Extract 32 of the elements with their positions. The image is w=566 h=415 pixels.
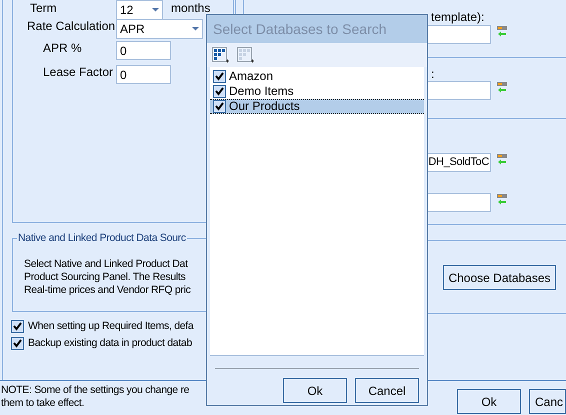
checkbox-label: Backup existing data in product datab	[28, 336, 192, 350]
field-label: Rate Calculation	[27, 19, 116, 33]
input-field[interactable]: 0	[116, 41, 171, 60]
ok-button[interactable]: Ok	[283, 378, 347, 403]
cancel-button[interactable]: Cancel	[355, 378, 419, 403]
list-item[interactable]: Amazon	[210, 69, 424, 84]
checkbox-label: When setting up Required Items, defa	[28, 319, 194, 333]
cancel-button[interactable]: Canc	[529, 389, 566, 414]
ok-button[interactable]: Ok	[457, 389, 521, 414]
field-label: Lease Factor	[43, 65, 114, 79]
choose-databases-button[interactable]: Choose Databases	[443, 265, 556, 290]
field-label: APR %	[43, 41, 82, 55]
note-text: NOTE: Some of the settings you change re them to take effect.	[1, 384, 190, 410]
arrow-icon[interactable]	[497, 194, 507, 205]
caret-icon[interactable]	[152, 8, 159, 12]
arrow-icon[interactable]	[497, 154, 507, 165]
arrow-icon[interactable]	[497, 82, 507, 93]
dropdown[interactable]: APR	[116, 19, 203, 39]
arrow-icon[interactable]	[497, 26, 507, 37]
description-text: Select Native and Linked Product Dat Product Sourcing Panel. The Results Real-time prices and Vendor RFQ pric	[24, 258, 191, 297]
field-label: months	[171, 1, 210, 15]
input-field[interactable]: 0	[116, 65, 171, 84]
dialog-title: Select Databases to Search	[213, 20, 387, 38]
field-label: template):	[431, 10, 484, 24]
dropdown[interactable]: 12	[116, 0, 163, 20]
field-label: :	[431, 67, 434, 81]
grid-plus-icon[interactable]	[212, 47, 230, 63]
list-item[interactable]: Our Products	[210, 99, 424, 114]
input-field[interactable]: DH_SoldToC	[426, 153, 491, 172]
list-item[interactable]: Demo Items	[210, 84, 424, 99]
caret-icon[interactable]	[192, 27, 199, 31]
field-label: Term	[30, 1, 57, 15]
